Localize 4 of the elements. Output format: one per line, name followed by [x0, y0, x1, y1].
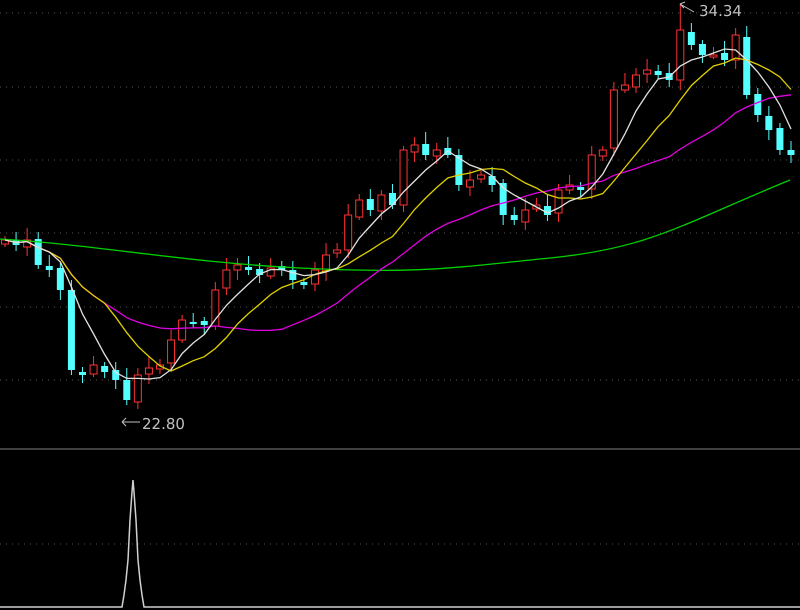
high-price-label: 34.34 — [699, 2, 742, 20]
low-price-label: 22.80 — [142, 415, 185, 433]
leader-line — [122, 418, 140, 426]
leader-line — [680, 2, 694, 12]
